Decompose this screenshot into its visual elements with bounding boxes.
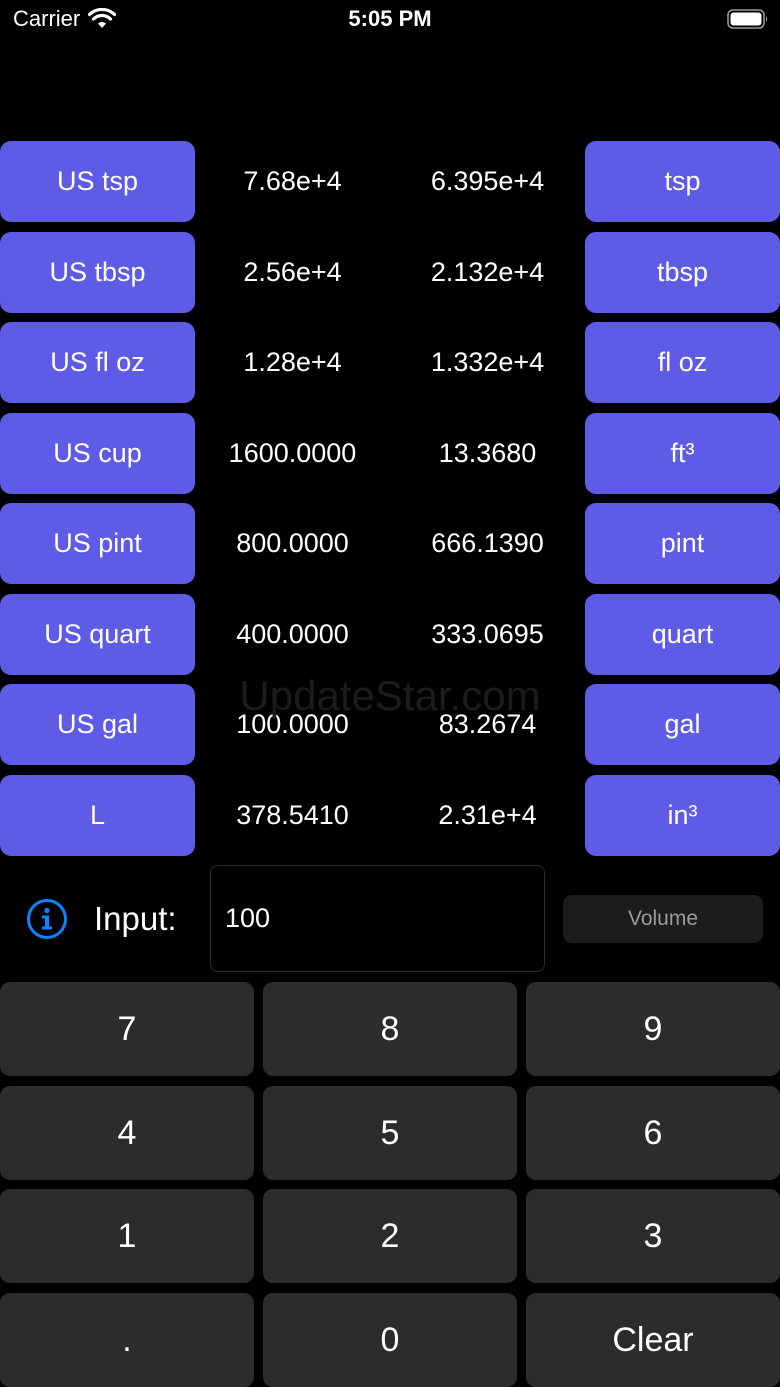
right-value: 2.31e+4 <box>438 800 537 830</box>
key-0[interactable]: 0 <box>263 1293 517 1387</box>
key-4[interactable]: 4 <box>0 1086 254 1180</box>
left-unit-button[interactable]: US fl oz <box>0 322 195 403</box>
left-value: 1.28e+4 <box>243 347 342 377</box>
left-value: 800.0000 <box>236 528 349 558</box>
conversion-row: US pint 800.0000 666.1390 pint <box>0 503 780 584</box>
key-7[interactable]: 7 <box>0 982 254 1076</box>
key-6[interactable]: 6 <box>526 1086 780 1180</box>
left-unit-button[interactable]: US tbsp <box>0 232 195 313</box>
right-value: 1.332e+4 <box>430 347 545 377</box>
key-3[interactable]: 3 <box>526 1189 780 1283</box>
status-time: 5:05 PM <box>348 6 432 31</box>
right-value: 666.1390 <box>431 528 544 558</box>
right-unit-button[interactable]: quart <box>585 594 780 675</box>
status-bar: Carrier 5:05 PM <box>0 0 780 40</box>
conversion-row: L 378.5410 2.31e+4 in³ <box>0 775 780 856</box>
category-button[interactable]: Volume <box>563 895 763 943</box>
left-value: 100.0000 <box>236 709 349 739</box>
left-value: 7.68e+4 <box>243 166 342 196</box>
left-unit-button[interactable]: US gal <box>0 684 195 765</box>
left-value: 1600.0000 <box>228 438 357 468</box>
conversion-row: US tsp 7.68e+4 6.395e+4 tsp <box>0 141 780 222</box>
right-value: 83.2674 <box>438 709 537 739</box>
conversion-row: US gal 100.0000 83.2674 gal <box>0 684 780 765</box>
left-unit-button[interactable]: US quart <box>0 594 195 675</box>
left-unit-button[interactable]: US cup <box>0 413 195 494</box>
left-unit-button[interactable]: US tsp <box>0 141 195 222</box>
conversion-row: US cup 1600.0000 13.3680 ft³ <box>0 413 780 494</box>
right-unit-button[interactable]: tsp <box>585 141 780 222</box>
left-unit-button[interactable]: L <box>0 775 195 856</box>
info-icon[interactable] <box>26 898 68 940</box>
right-value: 333.0695 <box>431 619 544 649</box>
right-unit-button[interactable]: pint <box>585 503 780 584</box>
right-value: 13.3680 <box>438 438 537 468</box>
key-decimal[interactable]: . <box>0 1293 254 1387</box>
battery-icon <box>727 9 768 29</box>
conversion-row: US tbsp 2.56e+4 2.132e+4 tbsp <box>0 232 780 313</box>
input-field[interactable]: 100 <box>210 865 545 972</box>
conversion-row: US quart 400.0000 333.0695 quart <box>0 594 780 675</box>
right-unit-button[interactable]: tbsp <box>585 232 780 313</box>
key-8[interactable]: 8 <box>263 982 517 1076</box>
left-unit-button[interactable]: US pint <box>0 503 195 584</box>
left-value: 378.5410 <box>236 800 349 830</box>
key-2[interactable]: 2 <box>263 1189 517 1283</box>
key-9[interactable]: 9 <box>526 982 780 1076</box>
right-unit-button[interactable]: in³ <box>585 775 780 856</box>
input-value: 100 <box>225 903 271 933</box>
clear-button[interactable]: Clear <box>526 1293 780 1387</box>
left-value: 400.0000 <box>236 619 349 649</box>
right-value: 2.132e+4 <box>430 257 545 287</box>
key-5[interactable]: 5 <box>263 1086 517 1180</box>
right-unit-button[interactable]: gal <box>585 684 780 765</box>
right-unit-button[interactable]: ft³ <box>585 413 780 494</box>
input-label: Input: <box>94 900 177 937</box>
key-1[interactable]: 1 <box>0 1189 254 1283</box>
left-value: 2.56e+4 <box>243 257 342 287</box>
conversion-row: US fl oz 1.28e+4 1.332e+4 fl oz <box>0 322 780 403</box>
right-value: 6.395e+4 <box>430 166 545 196</box>
right-unit-button[interactable]: fl oz <box>585 322 780 403</box>
